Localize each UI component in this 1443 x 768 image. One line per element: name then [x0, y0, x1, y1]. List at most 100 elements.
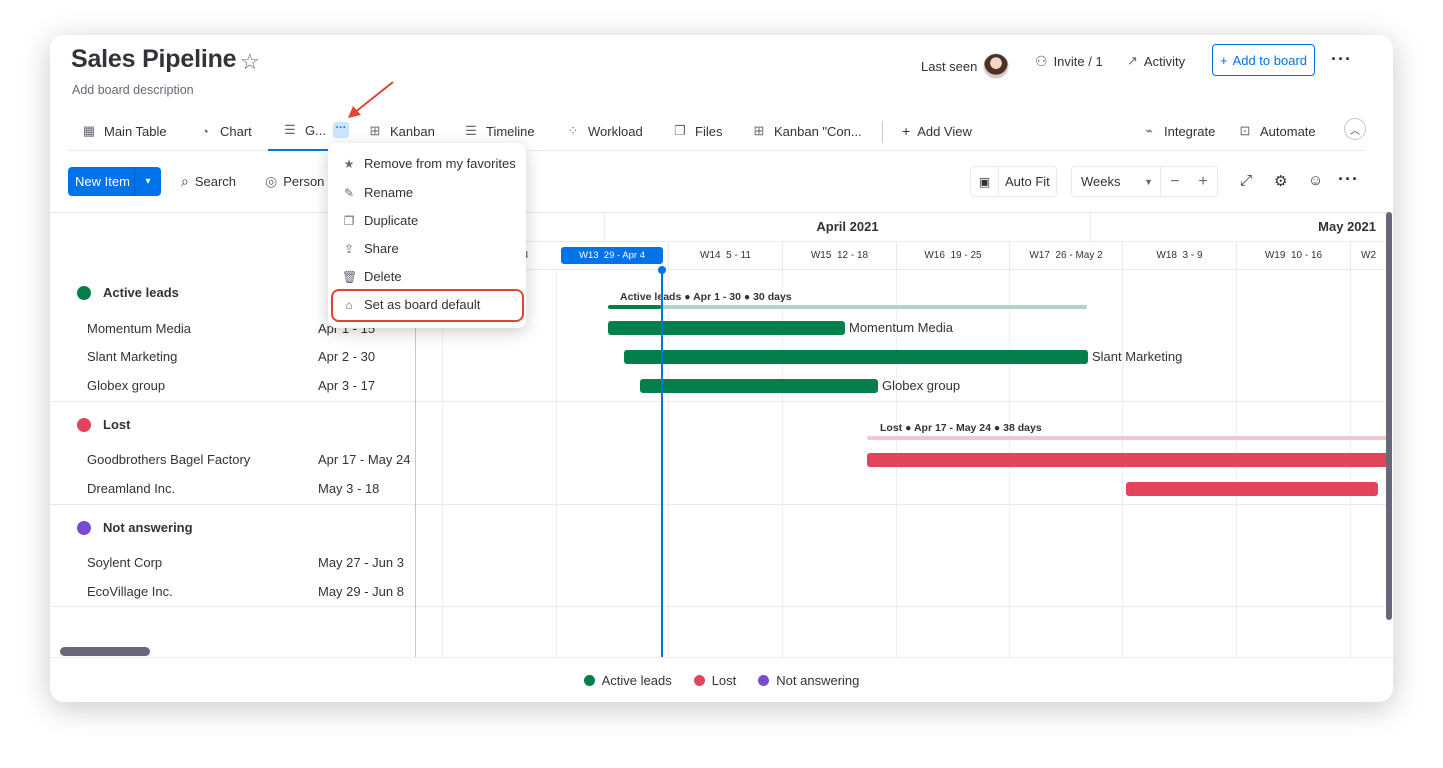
item-dates[interactable]: Apr 3 - 17	[318, 378, 375, 393]
group-summary-bar[interactable]	[608, 305, 1087, 309]
tab-files[interactable]: ❐ Files	[672, 111, 722, 151]
workload-icon: ⁘	[567, 123, 579, 138]
group-header-lost[interactable]: Lost	[77, 417, 130, 432]
menu-item-rename[interactable]: ✎ Rename	[342, 185, 413, 200]
tab-divider	[882, 121, 883, 143]
star-icon: ★	[343, 156, 355, 171]
item-name[interactable]: Globex group	[87, 378, 165, 393]
auto-fit-label: Auto Fit	[1005, 174, 1050, 189]
group-summary-bar[interactable]	[867, 436, 1388, 440]
tab-kanban-con[interactable]: ⊞ Kanban "Con...	[751, 111, 862, 151]
gear-icon[interactable]: ⚙	[1274, 172, 1287, 190]
integrate-button[interactable]: ⌁ Integrate	[1141, 111, 1215, 151]
board-window: Sales Pipeline ☆ Add board description L…	[50, 35, 1393, 702]
add-view-button[interactable]: + Add View	[902, 111, 972, 151]
legend-label: Active leads	[601, 672, 672, 688]
tab-main-table[interactable]: ▦ Main Table	[81, 111, 167, 151]
collapse-header-icon[interactable]: ︿	[1344, 118, 1366, 140]
trash-icon: 🗑	[342, 269, 358, 284]
menu-item-label: Rename	[364, 185, 414, 200]
search-button[interactable]: ⌕ Search	[181, 167, 236, 196]
menu-item-share[interactable]: ⇪ Share	[342, 241, 399, 256]
favorite-star-icon[interactable]: ☆	[240, 49, 260, 75]
plus-icon: +	[902, 123, 911, 139]
group-header-active-leads[interactable]: Active leads	[77, 285, 179, 300]
annotation-arrow-icon	[348, 81, 394, 118]
group-name: Lost	[103, 417, 131, 432]
tab-label: G...	[305, 122, 326, 138]
zoom-out-icon[interactable]: −	[1161, 173, 1189, 191]
feedback-icon[interactable]: ☺	[1308, 172, 1323, 189]
gantt-bar[interactable]	[640, 379, 878, 393]
item-name[interactable]: Momentum Media	[87, 321, 191, 336]
item-dates[interactable]: May 3 - 18	[318, 481, 379, 496]
board-more-icon[interactable]: ···	[1331, 49, 1352, 70]
auto-fit-button[interactable]: ▣ Auto Fit	[970, 166, 1057, 197]
item-name[interactable]: Dreamland Inc.	[87, 481, 175, 496]
month-header: April 2021	[605, 212, 1091, 242]
vertical-scrollbar[interactable]	[1386, 212, 1392, 620]
item-name[interactable]: Slant Marketing	[87, 349, 177, 364]
activity-button[interactable]: ↗ Activity	[1127, 53, 1185, 69]
invite-button[interactable]: ⚇ Invite / 1	[1035, 53, 1103, 70]
item-dates[interactable]: May 29 - Jun 8	[318, 584, 404, 599]
fullscreen-icon[interactable]: ⤢	[1240, 172, 1252, 189]
timeline-icon: ☰	[465, 123, 477, 138]
group-summary-label: Active leads ● Apr 1 - 30 ● 30 days	[620, 291, 792, 303]
bar-label: Momentum Media	[849, 320, 954, 335]
avatar[interactable]	[983, 53, 1010, 79]
today-marker-dot	[658, 266, 666, 274]
gantt-bar[interactable]	[1126, 482, 1378, 496]
menu-item-duplicate[interactable]: ❐ Duplicate	[342, 213, 419, 228]
add-to-board-label: Add to board	[1232, 52, 1308, 68]
item-dates[interactable]: May 27 - Jun 3	[318, 555, 404, 570]
menu-item-delete[interactable]: 🗑 Delete	[342, 269, 402, 284]
chevron-down-icon[interactable]: ▾	[135, 176, 161, 187]
integrate-icon: ⌁	[1145, 123, 1153, 138]
new-item-button[interactable]: New Item ▾	[68, 167, 161, 196]
item-dates[interactable]: Apr 17 - May 24	[318, 452, 411, 467]
legend-dot	[693, 674, 705, 686]
board-description[interactable]: Add board description	[72, 83, 194, 97]
horizontal-scrollbar[interactable]	[60, 647, 150, 656]
person-filter-button[interactable]: ◎ Person	[265, 167, 324, 196]
month-label: May 2021	[1318, 219, 1376, 234]
legend-item: Lost	[693, 672, 737, 688]
week-header: W17 26 - May 2	[1009, 242, 1122, 270]
group-name: Active leads	[103, 285, 179, 300]
zoom-select[interactable]: Weeks ▼	[1072, 166, 1161, 197]
gantt-bar[interactable]	[867, 453, 1388, 467]
menu-item-label: Share	[364, 241, 399, 256]
legend-item: Active leads	[583, 672, 672, 688]
menu-item-remove-favorites[interactable]: ★ Remove from my favorites	[342, 156, 516, 171]
automate-button[interactable]: ⊡ Automate	[1237, 111, 1316, 151]
last-seen[interactable]: Last seen	[921, 53, 1010, 79]
group-header-not-answering[interactable]: Not answering	[77, 520, 193, 535]
week-header: W15 12 - 18	[782, 242, 896, 270]
zoom-in-icon[interactable]: +	[1189, 173, 1217, 191]
group-name: Not answering	[103, 520, 193, 535]
item-name[interactable]: Soylent Corp	[87, 555, 162, 570]
share-icon: ⇪	[343, 241, 355, 256]
zoom-control: Weeks ▼ − +	[1071, 166, 1218, 197]
gantt-bar[interactable]	[624, 350, 1088, 364]
week-header-current[interactable]: W13 29 - Apr 4	[556, 242, 668, 270]
new-item-label: New Item	[68, 167, 135, 196]
week-header: W16 19 - 25	[896, 242, 1009, 270]
legend-item: Not answering	[758, 673, 859, 688]
item-dates[interactable]: Apr 2 - 30	[318, 349, 375, 364]
gantt-bar[interactable]	[608, 321, 845, 335]
add-to-board-button[interactable]: + Add to board	[1212, 44, 1315, 76]
legend-dot	[758, 674, 770, 686]
integrate-label: Integrate	[1164, 123, 1216, 139]
item-name[interactable]: Goodbrothers Bagel Factory	[87, 452, 250, 467]
tab-chart[interactable]: ◔ Chart	[197, 111, 252, 151]
board-title[interactable]: Sales Pipeline	[71, 45, 237, 74]
bar-label: Slant Marketing	[1092, 349, 1183, 364]
automate-label: Automate	[1260, 123, 1316, 139]
legend-label: Lost	[711, 672, 737, 688]
toolbar-more-icon[interactable]: ···	[1338, 169, 1359, 190]
item-name[interactable]: EcoVillage Inc.	[87, 584, 173, 599]
tab-label: Add View	[917, 123, 972, 139]
tab-workload[interactable]: ⁘ Workload	[565, 111, 643, 151]
